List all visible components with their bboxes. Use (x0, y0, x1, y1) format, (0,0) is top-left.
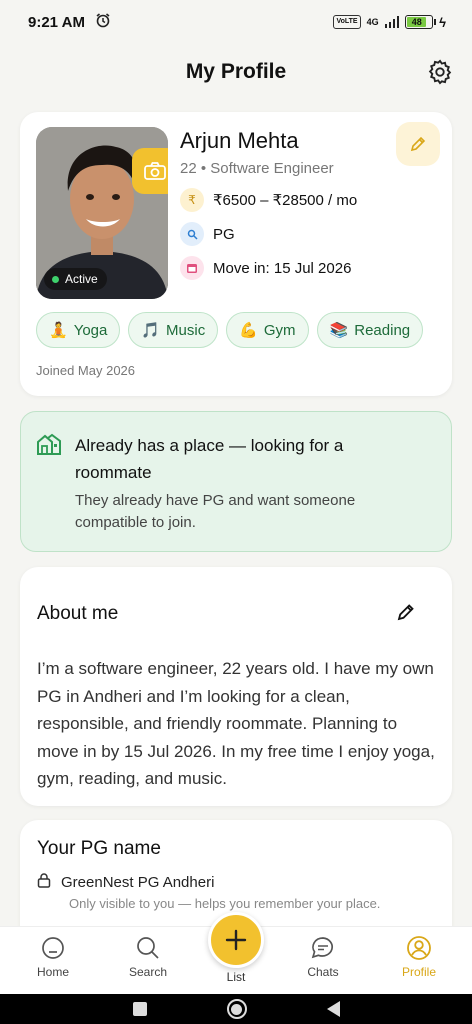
nav-label: Search (128, 965, 168, 979)
yoga-icon: 🧘 (49, 322, 68, 339)
interest-chip-reading[interactable]: 📚 Reading (316, 312, 424, 348)
calendar-icon (180, 256, 204, 280)
chat-icon (311, 937, 334, 959)
recents-icon[interactable] (132, 1002, 147, 1016)
network-type: 4G (366, 17, 379, 27)
gym-icon: 💪 (239, 322, 258, 339)
reading-icon: 📚 (329, 322, 349, 339)
banner-description: They already have PG and want someone co… (75, 492, 356, 531)
house-icon (36, 432, 62, 461)
back-icon[interactable] (326, 1001, 340, 1017)
about-card: About me I’m a software engineer, 22 yea… (20, 567, 452, 806)
nav-label: Chats (307, 965, 339, 979)
profile-icon (407, 936, 431, 960)
add-listing-button[interactable] (208, 912, 264, 968)
alarm-icon (95, 12, 111, 32)
settings-gear-icon[interactable] (426, 58, 454, 86)
profile-photo: Active (36, 127, 168, 299)
profile-card: Active Arjun Mehta 22 • Software Enginee… (20, 112, 452, 396)
profile-name: Arjun Mehta (180, 128, 299, 153)
battery-icon: 48 (405, 15, 437, 29)
charging-icon: ϟ (439, 14, 446, 30)
pg-name-value: GreenNest PG Andheri (61, 873, 215, 891)
budget-row: ₹ ₹6500 – ₹28500 / mo (180, 188, 357, 212)
pencil-icon (410, 136, 426, 152)
nav-label: Profile (401, 965, 436, 979)
lock-icon (37, 872, 51, 892)
signal-icon (384, 16, 400, 28)
joined-date: Joined May 2026 (36, 363, 136, 378)
nav-label: Home (36, 965, 69, 979)
music-icon: 🎵 (141, 322, 161, 339)
nav-label-list: List (226, 970, 246, 984)
nav-home[interactable]: Home (13, 935, 93, 979)
interest-chip-gym[interactable]: 💪 Gym (226, 312, 309, 348)
edit-profile-button[interactable] (396, 122, 440, 166)
home-icon (42, 937, 64, 959)
chip-label: Gym (263, 321, 296, 339)
battery-level: 48 (407, 17, 427, 27)
pg-hint: Only visible to you — helps you remember… (69, 896, 381, 911)
nav-profile[interactable]: Profile (379, 935, 459, 979)
interest-chip-music[interactable]: 🎵 Music (128, 312, 219, 348)
banner-title: Already has a place — looking for a room… (75, 436, 344, 482)
status-time: 9:21 AM (28, 13, 85, 31)
camera-icon (144, 162, 166, 180)
about-text: I’m a software engineer, 22 years old. I… (37, 659, 435, 788)
housing-type: PG (213, 225, 235, 243)
status-badge: Active (44, 268, 107, 290)
status-bar: 9:21 AM VoLTE 4G 48 ϟ (0, 0, 472, 44)
rupee-icon: ₹ (180, 188, 204, 212)
app-header: My Profile (0, 52, 472, 92)
chip-label: Yoga (73, 321, 108, 339)
move-in-date: Move in: 15 Jul 2026 (213, 259, 352, 277)
change-photo-button[interactable] (132, 148, 168, 194)
chip-label: Music (166, 321, 206, 339)
budget-value: ₹6500 – ₹28500 / mo (213, 192, 358, 209)
edit-about-pencil-icon[interactable] (396, 602, 418, 624)
volte-icon: VoLTE (333, 15, 361, 29)
plus-icon (225, 929, 247, 951)
pg-heading: Your PG name (37, 838, 161, 859)
nav-chats[interactable]: Chats (283, 935, 363, 979)
home-button-icon[interactable] (226, 999, 247, 1019)
system-nav-bar (0, 994, 472, 1024)
interest-chips: 🧘 Yoga 🎵 Music 💪 Gym 📚 Reading (36, 312, 424, 348)
pg-name-row: GreenNest PG Andheri (37, 872, 214, 892)
interest-chip-yoga[interactable]: 🧘 Yoga (36, 312, 121, 348)
about-heading: About me (37, 603, 119, 624)
chip-label: Reading (354, 321, 411, 339)
search-icon (137, 937, 159, 959)
has-place-banner: Already has a place — looking for a room… (20, 411, 452, 552)
search-small-icon (180, 222, 204, 246)
profile-subtitle: 22 • Software Engineer (180, 160, 334, 177)
housing-row: PG (180, 222, 235, 246)
online-dot-icon (52, 275, 59, 283)
nav-search[interactable]: Search (108, 935, 188, 979)
page-title: My Profile (185, 60, 287, 83)
status-label: Active (65, 272, 98, 286)
move-in-row: Move in: 15 Jul 2026 (180, 256, 351, 280)
